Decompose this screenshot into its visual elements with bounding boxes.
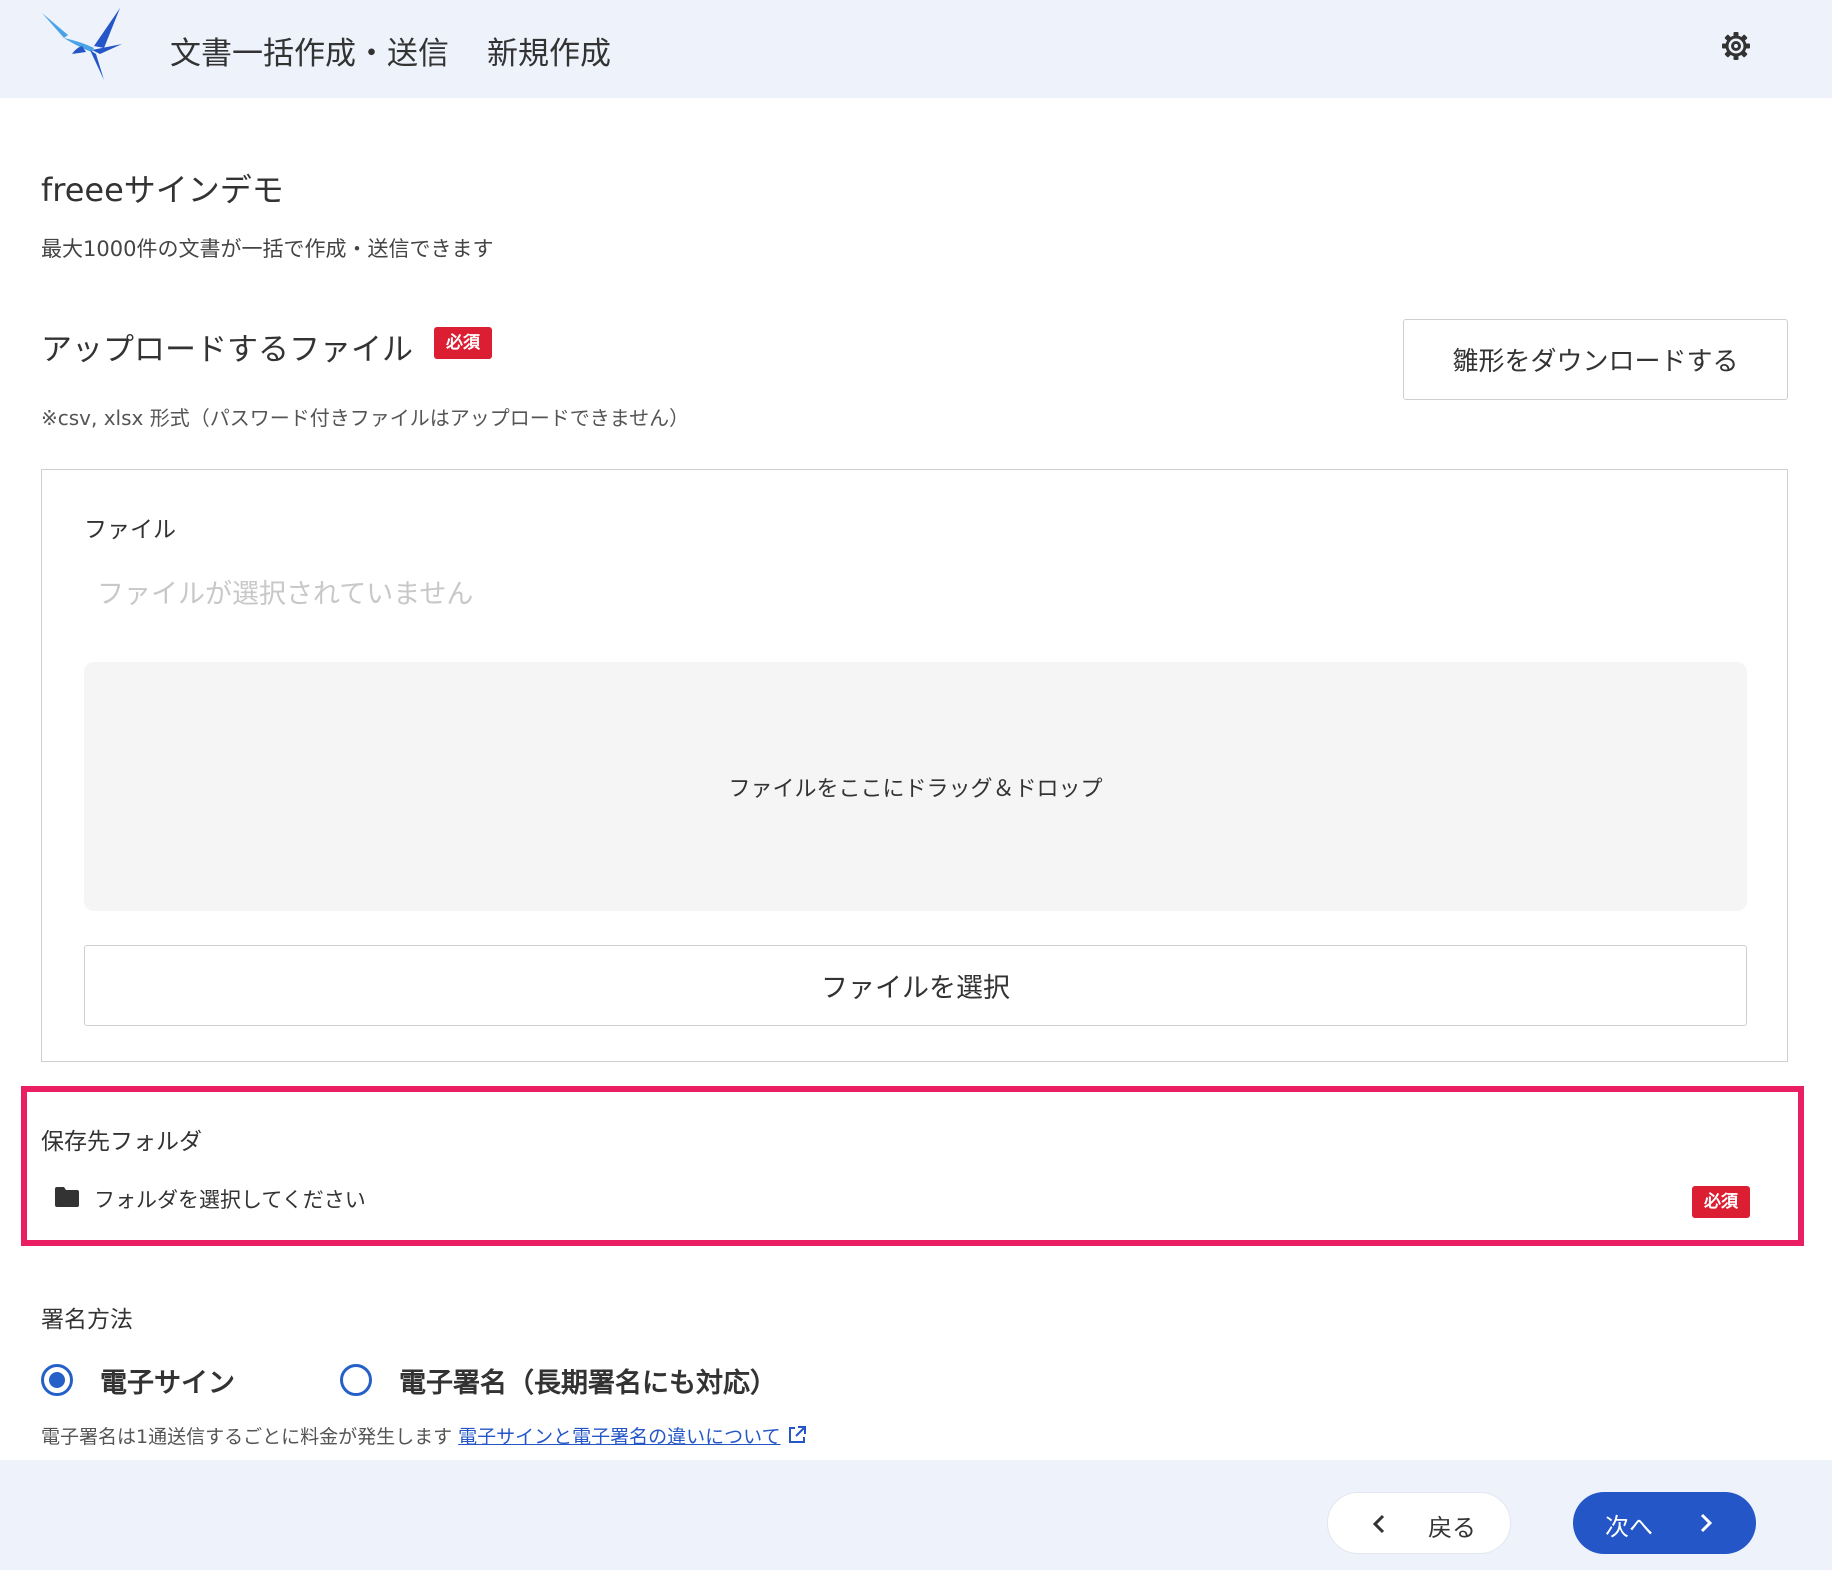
page-subtitle: 新規作成 bbox=[487, 36, 611, 72]
page: 文書一括作成・送信 新規作成 freeeサインデモ 最大1000件の文書が一括で… bbox=[0, 0, 1832, 1570]
file-label: ファイル bbox=[84, 517, 176, 543]
folder-placeholder: フォルダを選択してください bbox=[94, 1188, 366, 1212]
upload-panel: ファイル ファイルが選択されていません ファイルをここにドラッグ＆ドロップ ファ… bbox=[41, 469, 1788, 1062]
select-file-button[interactable]: ファイルを選択 bbox=[84, 945, 1747, 1026]
gear-icon[interactable] bbox=[1720, 30, 1752, 62]
next-button[interactable]: 次へ bbox=[1573, 1492, 1756, 1554]
radio-unchecked-icon bbox=[340, 1364, 372, 1396]
radio-electronic-sign[interactable]: 電子サイン bbox=[41, 1360, 235, 1400]
upload-heading: アップロードするファイル bbox=[41, 332, 413, 368]
org-name: freeeサインデモ bbox=[41, 171, 284, 209]
download-template-button[interactable]: 雛形をダウンロードする bbox=[1403, 319, 1788, 400]
external-link-icon[interactable] bbox=[787, 1425, 807, 1445]
folder-icon bbox=[55, 1187, 79, 1207]
folder-label: 保存先フォルダ bbox=[41, 1129, 202, 1155]
swallow-logo-icon bbox=[42, 8, 122, 80]
signature-help-link[interactable]: 電子サインと電子署名の違いについて bbox=[458, 1426, 780, 1448]
footer bbox=[0, 1460, 1832, 1570]
back-button[interactable]: 戻る bbox=[1327, 1492, 1511, 1554]
app-title: 文書一括作成・送信 bbox=[170, 36, 449, 72]
radio-checked-icon bbox=[41, 1364, 73, 1396]
signature-method-label: 署名方法 bbox=[41, 1307, 133, 1333]
dropzone-text: ファイルをここにドラッグ＆ドロップ bbox=[728, 776, 1103, 802]
back-label: 戻る bbox=[1428, 1514, 1476, 1542]
next-label: 次へ bbox=[1605, 1513, 1653, 1541]
chevron-left-icon bbox=[1372, 1514, 1385, 1534]
header: 文書一括作成・送信 新規作成 bbox=[0, 0, 1832, 98]
radio-label: 電子署名（長期署名にも対応） bbox=[399, 1367, 777, 1399]
signature-note-text: 電子署名は1通送信するごとに料金が発生します bbox=[41, 1426, 459, 1448]
intro-text: 最大1000件の文書が一括で作成・送信できます bbox=[41, 237, 494, 261]
format-note: ※csv, xlsx 形式（パスワード付きファイルはアップロードできません） bbox=[41, 406, 690, 430]
folder-required-badge: 必須 bbox=[1692, 1186, 1750, 1218]
radio-digital-signature[interactable]: 電子署名（長期署名にも対応） bbox=[340, 1360, 777, 1400]
file-dropzone[interactable]: ファイルをここにドラッグ＆ドロップ bbox=[84, 662, 1747, 911]
chevron-right-icon bbox=[1700, 1513, 1713, 1533]
required-badge: 必須 bbox=[434, 327, 492, 359]
folder-select[interactable]: フォルダを選択してください bbox=[55, 1178, 1755, 1224]
radio-label: 電子サイン bbox=[100, 1367, 235, 1399]
signature-note: 電子署名は1通送信するごとに料金が発生します 電子サインと電子署名の違いについて bbox=[41, 1422, 807, 1449]
no-file-placeholder: ファイルが選択されていません bbox=[97, 579, 474, 610]
